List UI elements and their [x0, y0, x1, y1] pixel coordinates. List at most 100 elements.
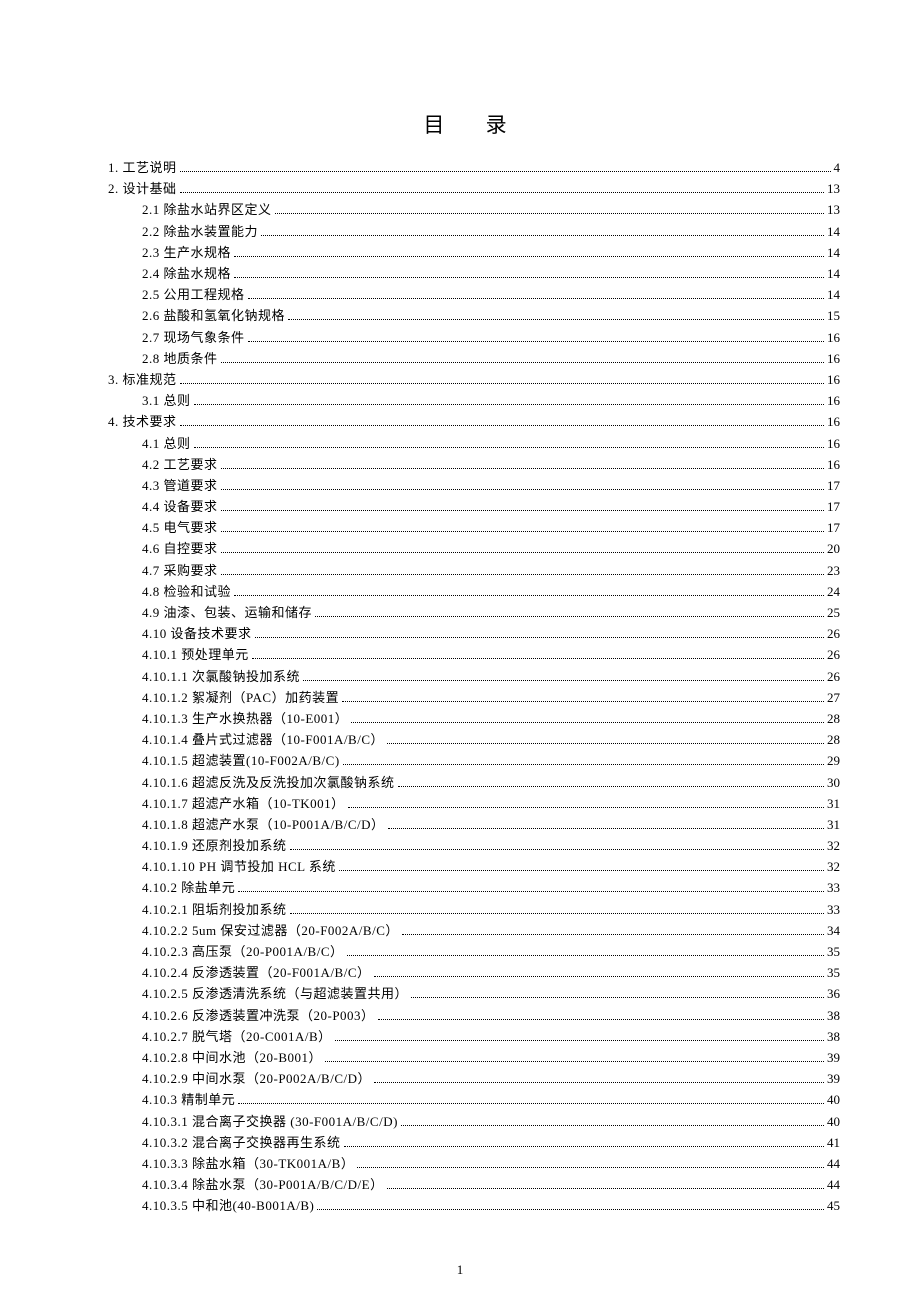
toc-entry-page: 33 — [827, 903, 840, 916]
toc-entry[interactable]: 4.1 总则16 — [108, 437, 840, 450]
toc-entry[interactable]: 4.6 自控要求20 — [108, 542, 840, 555]
toc-entry[interactable]: 4.10.2.9 中间水泵（20-P002A/B/C/D）39 — [108, 1072, 840, 1085]
toc-entry-page: 24 — [827, 585, 840, 598]
toc-entry[interactable]: 4.10.1.6 超滤反洗及反洗投加次氯酸钠系统30 — [108, 776, 840, 789]
toc-entry-page: 17 — [827, 479, 840, 492]
toc-entry[interactable]: 4.10.1.1 次氯酸钠投加系统 26 — [108, 670, 840, 683]
toc-entry[interactable]: 2.3 生产水规格14 — [108, 246, 840, 259]
toc-leader-dots — [221, 523, 824, 532]
toc-entry-label: 4.10.2.7 脱气塔（20-C001A/B） — [142, 1030, 332, 1043]
toc-entry[interactable]: 4.10.2.5 反渗透清洗系统（与超滤装置共用） 36 — [108, 987, 840, 1000]
toc-entry[interactable]: 2.7 现场气象条件16 — [108, 331, 840, 344]
toc-leader-dots — [194, 396, 824, 405]
toc-entry[interactable]: 3.1 总则16 — [108, 394, 840, 407]
toc-leader-dots — [339, 862, 824, 871]
toc-entry[interactable]: 3. 标准规范16 — [108, 373, 840, 386]
toc-entry-label: 4.3 管道要求 — [142, 479, 218, 492]
toc-leader-dots — [290, 904, 824, 913]
toc-entry-label: 4.10.3 精制单元 — [142, 1093, 235, 1106]
toc-leader-dots — [248, 332, 824, 341]
toc-entry[interactable]: 4.10 设备技术要求26 — [108, 627, 840, 640]
toc-entry[interactable]: 2.8 地质条件16 — [108, 352, 840, 365]
toc-entry[interactable]: 4.10.1.2 絮凝剂（PAC）加药装置27 — [108, 691, 840, 704]
toc-entry[interactable]: 4.10.3.4 除盐水泵（30-P001A/B/C/D/E） 44 — [108, 1178, 840, 1191]
toc-entry-label: 4.10.1.1 次氯酸钠投加系统 — [142, 670, 300, 683]
toc-entry[interactable]: 4.10.1 预处理单元26 — [108, 648, 840, 661]
toc-entry[interactable]: 2. 设计基础 13 — [108, 182, 840, 195]
toc-entry-page: 44 — [827, 1178, 840, 1191]
toc-entry[interactable]: 4.10.1.4 叠片式过滤器（10-F001A/B/C）28 — [108, 733, 840, 746]
toc-entry[interactable]: 4.10.1.3 生产水换热器（10-E001）28 — [108, 712, 840, 725]
toc-entry[interactable]: 4.10.2.7 脱气塔（20-C001A/B） 38 — [108, 1030, 840, 1043]
toc-entry-label: 4.6 自控要求 — [142, 542, 218, 555]
toc-entry[interactable]: 4.10.3.3 除盐水箱（30-TK001A/B）44 — [108, 1157, 840, 1170]
toc-entry-label: 4.10.2.8 中间水池（20-B001） — [142, 1051, 322, 1064]
toc-entry[interactable]: 4.5 电气要求17 — [108, 521, 840, 534]
toc-entry-label: 2.1 除盐水站界区定义 — [142, 203, 272, 216]
toc-entry[interactable]: 4.10.3.2 混合离子交换器再生系统41 — [108, 1136, 840, 1149]
toc-entry[interactable]: 4.4 设备要求 17 — [108, 500, 840, 513]
toc-entry[interactable]: 4.10.1.10 PH 调节投加 HCL 系统32 — [108, 860, 840, 873]
toc-entry-label: 4.10.2.5 反渗透清洗系统（与超滤装置共用） — [142, 987, 408, 1000]
toc-entry-page: 17 — [827, 500, 840, 513]
toc-entry-label: 4.10 设备技术要求 — [142, 627, 252, 640]
toc-entry-label: 4.10.1 预处理单元 — [142, 648, 249, 661]
toc-entry[interactable]: 4.10.2.1 阻垢剂投加系统33 — [108, 903, 840, 916]
toc-entry[interactable]: 4.10.1.9 还原剂投加系统32 — [108, 839, 840, 852]
toc-entry-label: 4.4 设备要求 — [142, 500, 218, 513]
toc-entry[interactable]: 2.1 除盐水站界区定义13 — [108, 203, 840, 216]
toc-entry[interactable]: 4.10.1.8 超滤产水泵（10-P001A/B/C/D）31 — [108, 818, 840, 831]
toc-leader-dots — [221, 459, 824, 468]
toc-leader-dots — [252, 650, 824, 659]
toc-leader-dots — [357, 1158, 824, 1167]
toc-entry[interactable]: 4.10.2.3 高压泵（20-P001A/B/C）35 — [108, 945, 840, 958]
toc-entry[interactable]: 4.7 采购要求23 — [108, 564, 840, 577]
toc-entry-page: 32 — [827, 839, 840, 852]
toc-entry[interactable]: 4.10.2.6 反渗透装置冲洗泵（20-P003）38 — [108, 1009, 840, 1022]
toc-entry[interactable]: 4.10.2.4 反渗透装置（20-F001A/B/C）35 — [108, 966, 840, 979]
toc-entry[interactable]: 4.10.1.5 超滤装置(10-F002A/B/C)29 — [108, 754, 840, 767]
toc-entry-label: 4.10.1.2 絮凝剂（PAC）加药装置 — [142, 691, 339, 704]
toc-entry[interactable]: 4.10.3.5 中和池(40-B001A/B)45 — [108, 1199, 840, 1212]
toc-entry-label: 4.10.3.2 混合离子交换器再生系统 — [142, 1136, 341, 1149]
toc-leader-dots — [248, 290, 824, 299]
toc-entry-page: 39 — [827, 1051, 840, 1064]
toc-entry-page: 38 — [827, 1030, 840, 1043]
toc-entry[interactable]: 4.10.1.7 超滤产水箱（10-TK001）31 — [108, 797, 840, 810]
toc-entry-label: 2. 设计基础 — [108, 182, 177, 195]
toc-entry[interactable]: 4.10.2.2 5um 保安过滤器（20-F002A/B/C）34 — [108, 924, 840, 937]
toc-entry[interactable]: 2.2 除盐水装置能力14 — [108, 225, 840, 238]
toc-leader-dots — [180, 417, 824, 426]
toc-entry-label: 4.10.2.3 高压泵（20-P001A/B/C） — [142, 945, 344, 958]
toc-entry[interactable]: 4.10.3.1 混合离子交换器 (30-F001A/B/C/D)40 — [108, 1115, 840, 1128]
toc-entry-label: 4.10.2.4 反渗透装置（20-F001A/B/C） — [142, 966, 371, 979]
toc-entry[interactable]: 2.4 除盐水规格14 — [108, 267, 840, 280]
toc-entry-page: 31 — [827, 797, 840, 810]
toc-entry[interactable]: 4. 技术要求16 — [108, 415, 840, 428]
toc-leader-dots — [325, 1053, 824, 1062]
toc-entry[interactable]: 4.10.2.8 中间水池（20-B001） 39 — [108, 1051, 840, 1064]
toc-entry[interactable]: 4.9 油漆、包装、运输和储存25 — [108, 606, 840, 619]
toc-leader-dots — [180, 163, 831, 172]
toc-entry-page: 28 — [827, 712, 840, 725]
toc-entry-label: 4.10.3.4 除盐水泵（30-P001A/B/C/D/E） — [142, 1178, 384, 1191]
toc-leader-dots — [342, 692, 824, 701]
toc-entry[interactable]: 2.6 盐酸和氢氧化钠规格15 — [108, 309, 840, 322]
toc-entry-page: 14 — [827, 267, 840, 280]
toc-entry-label: 2.2 除盐水装置能力 — [142, 225, 258, 238]
toc-entry[interactable]: 4.2 工艺要求16 — [108, 458, 840, 471]
toc-entry[interactable]: 2.5 公用工程规格14 — [108, 288, 840, 301]
toc-entry-page: 13 — [827, 182, 840, 195]
toc-entry[interactable]: 4.8 检验和试验24 — [108, 585, 840, 598]
toc-entry[interactable]: 1. 工艺说明4 — [108, 161, 840, 174]
toc-entry-page: 36 — [827, 987, 840, 1000]
toc-entry-page: 26 — [827, 670, 840, 683]
toc-entry-label: 2.5 公用工程规格 — [142, 288, 245, 301]
toc-leader-dots — [234, 247, 824, 256]
toc-entry-page: 16 — [827, 373, 840, 386]
toc-leader-dots — [238, 1095, 824, 1104]
toc-leader-dots — [387, 1180, 824, 1189]
toc-entry[interactable]: 4.10.3 精制单元40 — [108, 1093, 840, 1106]
toc-entry[interactable]: 4.10.2 除盐单元33 — [108, 881, 840, 894]
toc-entry[interactable]: 4.3 管道要求 17 — [108, 479, 840, 492]
